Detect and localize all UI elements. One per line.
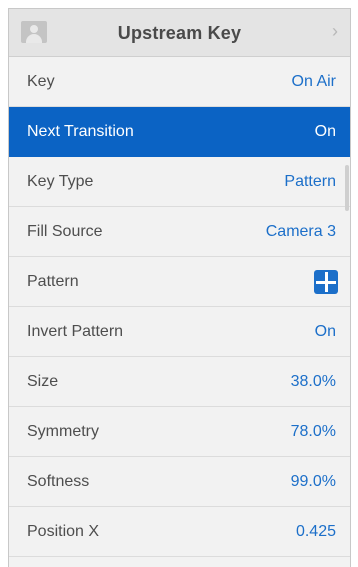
- row-next-transition[interactable]: Next Transition On: [9, 107, 350, 157]
- row-value: 78.0%: [290, 423, 336, 440]
- row-label: Next Transition: [27, 123, 134, 140]
- row-symmetry[interactable]: Symmetry 78.0%: [9, 407, 350, 457]
- row-softness[interactable]: Softness 99.0%: [9, 457, 350, 507]
- row-label: Size: [27, 373, 59, 390]
- cross-pattern-icon[interactable]: [314, 270, 338, 294]
- chevron-right-icon[interactable]: ›: [332, 21, 338, 42]
- row-value: 99.0%: [290, 473, 336, 490]
- panel-header: Upstream Key ›: [9, 9, 350, 57]
- row-label: Fill Source: [27, 223, 103, 240]
- row-value: Camera 3: [265, 223, 336, 240]
- row-invert-pattern[interactable]: Invert Pattern On: [9, 307, 350, 357]
- row-value: Pattern: [284, 173, 336, 190]
- row-value: 38.0%: [290, 373, 336, 390]
- settings-list: Key On Air Next Transition On Key Type P…: [9, 57, 350, 557]
- upstream-key-panel: Upstream Key › Key On Air Next Transitio…: [8, 8, 351, 567]
- row-label: Symmetry: [27, 423, 99, 440]
- row-label: Key: [27, 73, 55, 90]
- row-position-x[interactable]: Position X 0.425: [9, 507, 350, 557]
- row-label: Softness: [27, 473, 90, 490]
- row-size[interactable]: Size 38.0%: [9, 357, 350, 407]
- row-fill-source[interactable]: Fill Source Camera 3: [9, 207, 350, 257]
- row-value: On: [314, 123, 336, 140]
- scrollbar[interactable]: [345, 165, 349, 211]
- panel-title: Upstream Key: [117, 23, 242, 43]
- row-label: Key Type: [27, 173, 94, 190]
- row-label: Position X: [27, 523, 100, 540]
- row-value: On: [314, 323, 336, 340]
- row-pattern[interactable]: Pattern: [9, 257, 350, 307]
- row-label: Invert Pattern: [27, 323, 124, 340]
- row-key[interactable]: Key On Air: [9, 57, 350, 107]
- row-key-type[interactable]: Key Type Pattern: [9, 157, 350, 207]
- row-label: Pattern: [27, 273, 79, 290]
- row-value: On Air: [291, 73, 336, 90]
- row-value: 0.425: [295, 523, 336, 540]
